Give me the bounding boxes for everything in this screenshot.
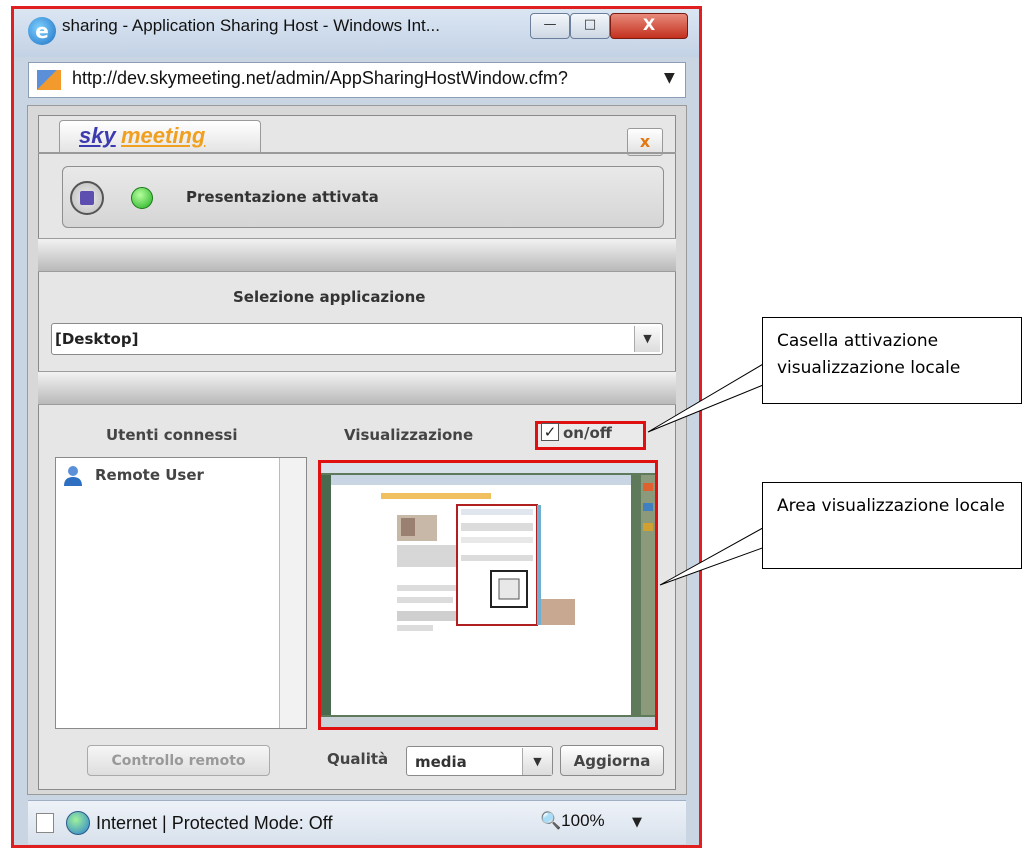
callout-toggle: Casella attivazione visualizzazione loca… xyxy=(762,317,1022,404)
callout-pointers xyxy=(647,359,792,586)
callout-preview: Area visualizzazione locale xyxy=(762,482,1022,569)
